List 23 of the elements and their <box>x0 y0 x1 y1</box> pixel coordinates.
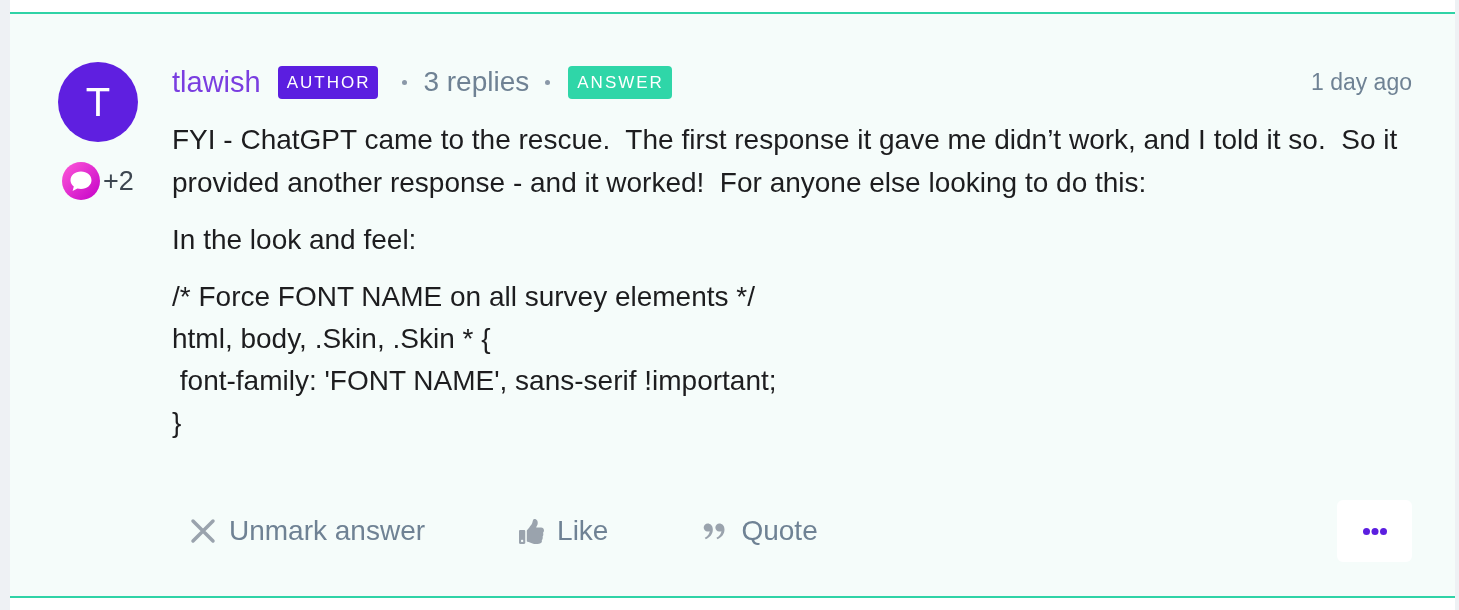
author-tag: AUTHOR <box>277 65 379 99</box>
badge-count: +2 <box>103 165 134 197</box>
speech-bubble-badge-icon <box>62 162 101 200</box>
close-icon <box>190 518 216 544</box>
code-line: html, body, .Skin, .Skin * { <box>172 322 491 356</box>
replies-count: 3 replies <box>423 66 530 98</box>
code-line: font-family: 'FONT NAME', sans-serif !important; <box>178 364 777 398</box>
timestamp: 1 day ago <box>1310 68 1412 96</box>
author-link[interactable]: tlawish <box>172 65 261 99</box>
code-line: } <box>172 406 182 440</box>
more-icon <box>1362 527 1387 535</box>
like-button[interactable]: Like <box>519 515 609 547</box>
separator-dot-icon <box>402 79 408 85</box>
unmark-button[interactable]: Unmark answer <box>190 515 426 547</box>
separator-dot-icon <box>545 79 551 85</box>
avatar[interactable]: T <box>58 62 138 142</box>
code-line: /* Force FONT NAME on all survey elements */ <box>172 280 755 314</box>
post-paragraph: In the look and feel: <box>172 223 418 257</box>
answer-tag: ANSWER <box>568 65 672 99</box>
thumbs-up-icon <box>519 518 545 544</box>
more-button[interactable] <box>1337 500 1412 562</box>
quote-button[interactable]: Quote <box>700 515 818 547</box>
post-paragraph: FYI - ChatGPT came to the rescue. The first response it gave me didn’t work, and I told it so. So it provided another response - and it worked! For anyone else looking to do this: <box>172 123 1399 200</box>
